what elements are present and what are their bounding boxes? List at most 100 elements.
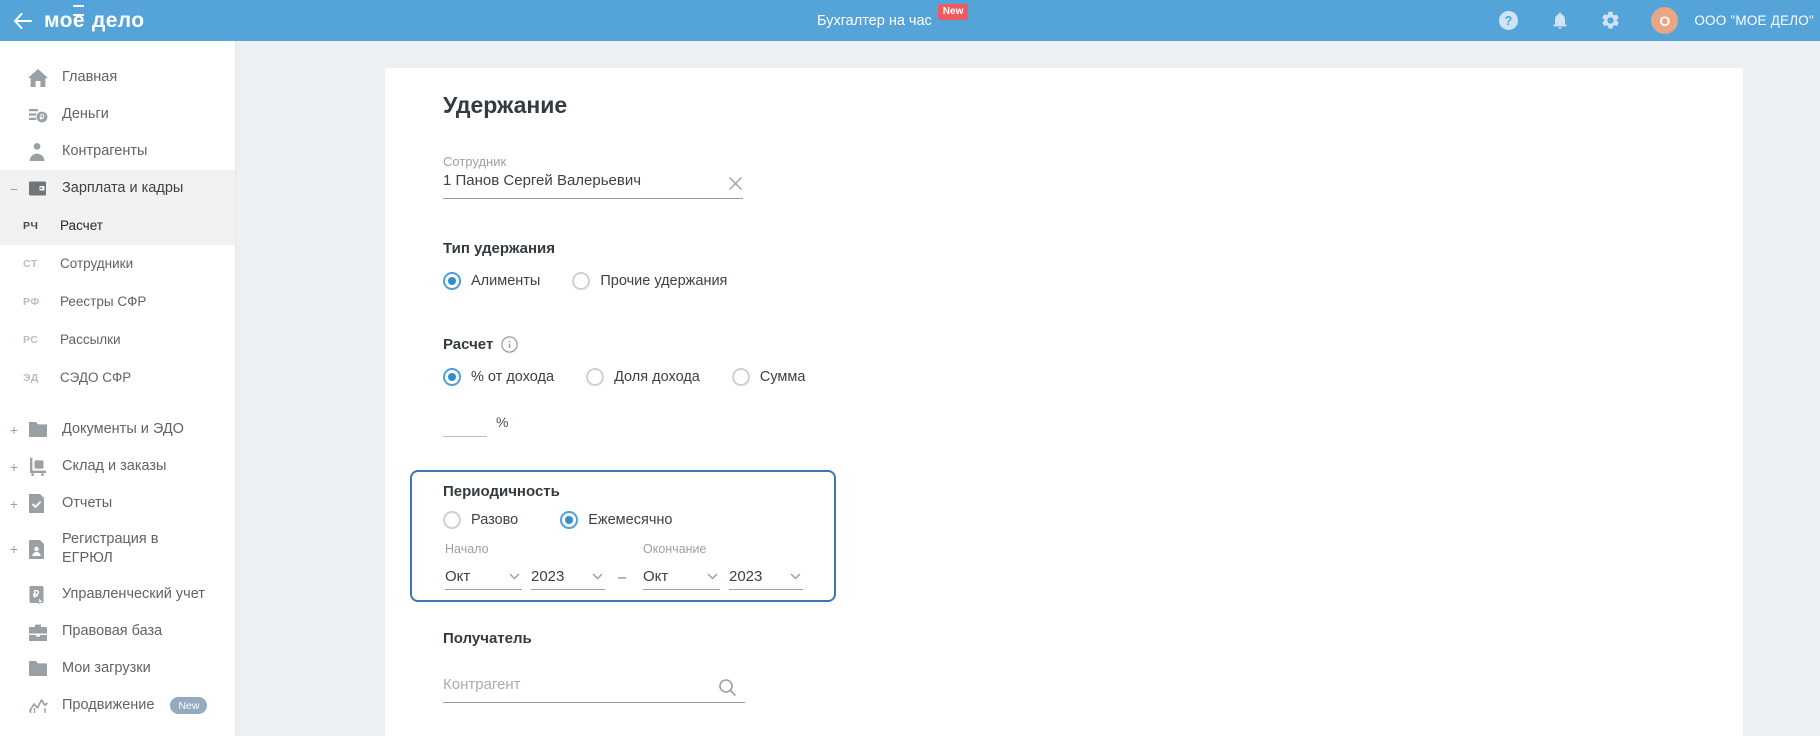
item-abbr: РФ [23, 296, 40, 308]
end-year-select[interactable]: 2023 [729, 564, 803, 590]
start-year-select[interactable]: 2023 [531, 564, 605, 590]
item-abbr: ЭД [23, 372, 39, 384]
radio-alimony[interactable]: Алименты [443, 272, 540, 290]
calculation-heading: Расчет [443, 336, 519, 353]
notifications-button[interactable] [1549, 10, 1570, 31]
svg-text:₽: ₽ [39, 113, 44, 122]
start-month-select[interactable]: Окт [445, 564, 522, 590]
employee-input[interactable] [443, 172, 743, 199]
help-button[interactable]: ? [1498, 10, 1519, 31]
settings-button[interactable] [1600, 10, 1621, 31]
radio-icon [443, 368, 461, 386]
sidebar-item-sedo-sfr[interactable]: ЭД СЭДО СФР [0, 359, 235, 397]
clear-icon[interactable] [728, 176, 743, 191]
search-icon[interactable] [718, 678, 737, 697]
sidebar-item-reestry-sfr[interactable]: РФ Реестры СФР [0, 283, 235, 321]
withholding-form-card: Удержание Сотрудник Тип удержания Алимен… [385, 68, 1743, 736]
radio-icon [731, 368, 750, 386]
chevron-down-icon [592, 573, 603, 580]
pulse-chart-icon [28, 696, 50, 716]
moe-delo-logo[interactable]: мо е дело [44, 4, 145, 33]
sidebar-item-kontragenty[interactable]: Контрагенты [0, 133, 235, 170]
item-abbr: СТ [23, 258, 38, 270]
bell-icon [1550, 10, 1570, 31]
radio-percent-of-income[interactable]: % от дохода [443, 368, 554, 386]
help-icon: ? [1498, 10, 1519, 31]
sidebar-nav: Главная ₽ Деньги Контрагенты − Зарплата … [0, 41, 236, 736]
company-name[interactable]: ООО "МОЕ ДЕЛО" [1694, 13, 1814, 28]
avatar[interactable]: О [1651, 7, 1679, 34]
sidebar-item-rassylki[interactable]: РС Рассылки [0, 321, 235, 359]
doc-ruble-icon: ₽ [28, 585, 50, 605]
report-check-icon [28, 494, 50, 514]
calculation-radios: % от дохода Доля дохода Сумма [443, 368, 805, 386]
trolley-icon [28, 457, 50, 477]
sidebar-item-raschet[interactable]: РЧ Расчет [0, 207, 235, 245]
sidebar-item-zarplata-i-kadry[interactable]: − Зарплата и кадры [0, 170, 235, 207]
radio-other-withholdings[interactable]: Прочие удержания [572, 272, 727, 290]
main-area: Удержание Сотрудник Тип удержания Алимен… [236, 41, 1820, 736]
new-badge: New [937, 3, 969, 20]
range-separator: – [618, 569, 627, 586]
info-icon[interactable] [501, 336, 519, 353]
radio-icon [572, 272, 591, 290]
sidebar-item-sotrudniki[interactable]: СТ Сотрудники [0, 245, 235, 283]
percent-input[interactable] [443, 410, 487, 437]
sidebar-item-moi-zagruzki[interactable]: Мои загрузки [0, 650, 235, 687]
periodicity-section: Периодичность Разово Ежемесячно Начало О… [410, 470, 836, 602]
radio-once[interactable]: Разово [443, 511, 518, 529]
svg-text:?: ? [1505, 14, 1513, 28]
app-window: мо е дело Бухгалтер на час New ? О ООО "… [0, 0, 1820, 736]
end-label: Окончание [643, 542, 707, 556]
folder-icon [28, 420, 50, 440]
money-icon: ₽ [28, 105, 50, 125]
doc-person-icon [28, 539, 50, 559]
sidebar-item-prodvizhenie[interactable]: Продвижение New [0, 687, 235, 724]
sidebar-item-registraciya-v-egryul[interactable]: + Регистрация в ЕГРЮЛ [0, 522, 235, 576]
home-icon [28, 68, 50, 88]
sidebar-item-upravlencheskiy-uchet[interactable]: ₽ Управленческий учет [0, 576, 235, 613]
expand-icon[interactable]: + [7, 460, 21, 474]
folder-icon [28, 659, 50, 679]
sidebar-item-dokumenty-i-edo[interactable]: + Документы и ЭДО [0, 411, 235, 448]
sidebar-item-otchety[interactable]: + Отчеты [0, 485, 235, 522]
top-header: мо е дело Бухгалтер на час New ? О ООО "… [0, 0, 1820, 41]
gear-icon [1600, 10, 1621, 31]
radio-icon [586, 368, 605, 386]
expand-icon[interactable]: + [7, 497, 21, 511]
sidebar-item-dengi[interactable]: ₽ Деньги [0, 96, 235, 133]
promo-label[interactable]: Бухгалтер на час [817, 13, 932, 29]
periodicity-radios: Разово Ежемесячно [443, 511, 672, 529]
start-label: Начало [445, 542, 489, 556]
employee-label: Сотрудник [443, 154, 507, 169]
chevron-down-icon [790, 573, 801, 580]
radio-amount[interactable]: Сумма [731, 368, 805, 386]
expand-icon[interactable]: + [7, 542, 21, 556]
recipient-heading: Получатель [443, 630, 532, 647]
sidebar-item-sklad-i-zakazy[interactable]: + Склад и заказы [0, 448, 235, 485]
sidebar-item-glavnaya[interactable]: Главная [0, 59, 235, 96]
chevron-down-icon [509, 573, 520, 580]
promo-link[interactable]: Бухгалтер на час New [817, 0, 969, 41]
sidebar-item-pravovaya-baza[interactable]: Правовая база [0, 613, 235, 650]
wallet-icon [28, 179, 50, 199]
percent-suffix: % [496, 414, 509, 430]
radio-icon [443, 272, 461, 290]
new-badge: New [170, 697, 208, 714]
expand-icon[interactable]: + [7, 423, 21, 437]
radio-icon [443, 511, 461, 529]
periodicity-heading: Периодичность [443, 483, 560, 500]
person-icon [28, 142, 50, 162]
counterparty-input[interactable] [443, 676, 745, 703]
active-section: − Зарплата и кадры РЧ Расчет [0, 170, 235, 245]
radio-share-of-income[interactable]: Доля дохода [586, 368, 700, 386]
back-button[interactable] [0, 0, 44, 41]
page-title: Удержание [443, 92, 568, 118]
back-arrow-icon [13, 12, 32, 29]
end-month-select[interactable]: Окт [643, 564, 720, 590]
briefcase-icon [28, 622, 50, 642]
collapse-icon[interactable]: − [7, 182, 21, 196]
radio-icon [560, 511, 579, 529]
withholding-type-radios: Алименты Прочие удержания [443, 272, 727, 290]
radio-monthly[interactable]: Ежемесячно [560, 511, 672, 529]
